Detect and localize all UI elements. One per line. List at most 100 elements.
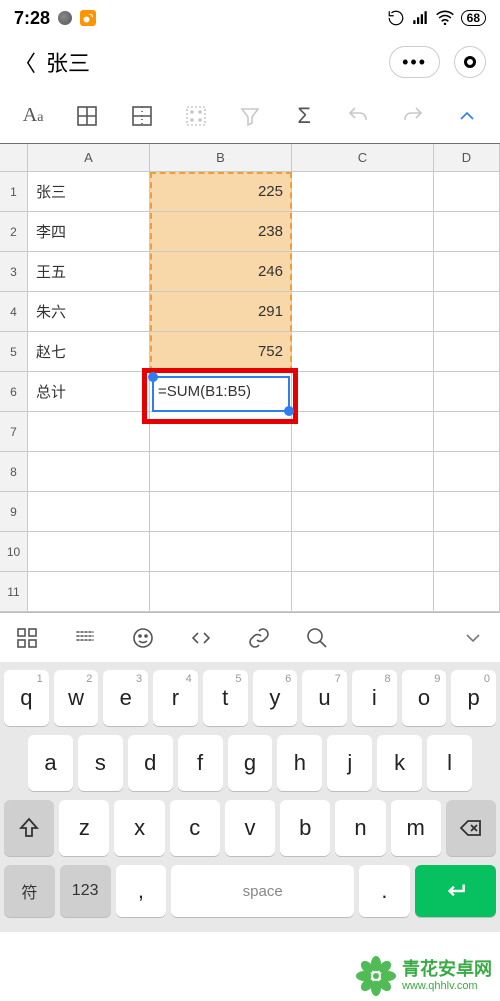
cell[interactable] [434, 572, 500, 611]
row-header[interactable]: 7 [0, 412, 28, 451]
cell[interactable] [292, 332, 434, 371]
key-d[interactable]: d [128, 735, 173, 791]
cell[interactable]: =SUM(B1:B5) [150, 372, 292, 411]
filter-button[interactable] [231, 97, 269, 135]
key-s[interactable]: s [78, 735, 123, 791]
col-header-C[interactable]: C [292, 144, 434, 171]
row-header[interactable]: 8 [0, 452, 28, 491]
row-header[interactable]: 3 [0, 252, 28, 291]
key-t[interactable]: 5t [203, 670, 248, 726]
back-icon[interactable]: 〈 [14, 46, 36, 78]
redo-button[interactable] [394, 97, 432, 135]
backspace-key[interactable] [446, 800, 496, 856]
col-header-D[interactable]: D [434, 144, 500, 171]
numeric-key[interactable]: 123 [60, 865, 111, 917]
cell[interactable] [434, 372, 500, 411]
key-f[interactable]: f [178, 735, 223, 791]
cell[interactable] [292, 532, 434, 571]
key-l[interactable]: l [427, 735, 472, 791]
row-header[interactable]: 5 [0, 332, 28, 371]
cell[interactable]: 总计 [28, 372, 150, 411]
more-menu-button[interactable]: ••• [389, 46, 440, 78]
cell[interactable] [434, 292, 500, 331]
cell[interactable] [434, 532, 500, 571]
clear-format-button[interactable] [177, 97, 215, 135]
cell[interactable] [434, 452, 500, 491]
cell[interactable] [434, 332, 500, 371]
key-o[interactable]: 9o [402, 670, 447, 726]
sum-button[interactable]: Σ [285, 97, 323, 135]
cell[interactable] [434, 492, 500, 531]
font-button[interactable]: Aa [14, 97, 52, 135]
key-y[interactable]: 6y [253, 670, 298, 726]
row-header[interactable]: 11 [0, 572, 28, 611]
key-c[interactable]: c [170, 800, 220, 856]
cell[interactable] [150, 412, 292, 451]
row-header[interactable]: 4 [0, 292, 28, 331]
cell[interactable] [292, 572, 434, 611]
collapse-keyboard[interactable] [456, 621, 490, 655]
cell[interactable]: 238 [150, 212, 292, 251]
search-tool[interactable] [300, 621, 334, 655]
col-header-B[interactable]: B [150, 144, 292, 171]
key-z[interactable]: z [59, 800, 109, 856]
row-header[interactable]: 6 [0, 372, 28, 411]
row-header[interactable]: 1 [0, 172, 28, 211]
key-a[interactable]: a [28, 735, 73, 791]
enter-key[interactable] [415, 865, 496, 917]
spreadsheet[interactable]: A B C D 1张三2252李四2383王五2464朱六2915赵七7526总… [0, 144, 500, 612]
cell[interactable] [28, 452, 150, 491]
keyboard-tool[interactable] [68, 621, 102, 655]
cell[interactable]: 752 [150, 332, 292, 371]
cell[interactable] [150, 452, 292, 491]
cell[interactable] [28, 572, 150, 611]
row-header[interactable]: 9 [0, 492, 28, 531]
cell[interactable] [28, 532, 150, 571]
cell[interactable]: 291 [150, 292, 292, 331]
cell[interactable] [292, 372, 434, 411]
key-i[interactable]: 8i [352, 670, 397, 726]
target-button[interactable] [454, 46, 486, 78]
cell[interactable]: 朱六 [28, 292, 150, 331]
key-h[interactable]: h [277, 735, 322, 791]
row-header[interactable]: 10 [0, 532, 28, 571]
cell[interactable] [434, 412, 500, 451]
key-j[interactable]: j [327, 735, 372, 791]
grid-tool[interactable] [10, 621, 44, 655]
key-q[interactable]: 1q [4, 670, 49, 726]
cell[interactable] [292, 292, 434, 331]
period-key[interactable]: . [359, 865, 410, 917]
cell[interactable] [292, 412, 434, 451]
symbol-key[interactable]: 符 [4, 865, 55, 917]
key-g[interactable]: g [228, 735, 273, 791]
cell[interactable] [292, 452, 434, 491]
cell[interactable] [292, 212, 434, 251]
key-p[interactable]: 0p [451, 670, 496, 726]
cell[interactable] [292, 492, 434, 531]
key-b[interactable]: b [280, 800, 330, 856]
cell[interactable]: 李四 [28, 212, 150, 251]
cell[interactable] [292, 252, 434, 291]
borders-all-button[interactable] [68, 97, 106, 135]
cell[interactable] [150, 572, 292, 611]
cell[interactable]: 赵七 [28, 332, 150, 371]
key-x[interactable]: x [114, 800, 164, 856]
key-m[interactable]: m [391, 800, 441, 856]
key-u[interactable]: 7u [302, 670, 347, 726]
cell[interactable]: 246 [150, 252, 292, 291]
key-k[interactable]: k [377, 735, 422, 791]
key-w[interactable]: 2w [54, 670, 99, 726]
shift-key[interactable] [4, 800, 54, 856]
cell[interactable]: 王五 [28, 252, 150, 291]
emoji-tool[interactable] [126, 621, 160, 655]
cell[interactable] [28, 412, 150, 451]
cell[interactable] [28, 492, 150, 531]
comma-key[interactable]: , [116, 865, 167, 917]
col-header-A[interactable]: A [28, 144, 150, 171]
row-header[interactable]: 2 [0, 212, 28, 251]
cell[interactable]: 225 [150, 172, 292, 211]
cell[interactable] [434, 172, 500, 211]
borders-outer-button[interactable] [123, 97, 161, 135]
cell[interactable] [292, 172, 434, 211]
link-tool[interactable] [242, 621, 276, 655]
